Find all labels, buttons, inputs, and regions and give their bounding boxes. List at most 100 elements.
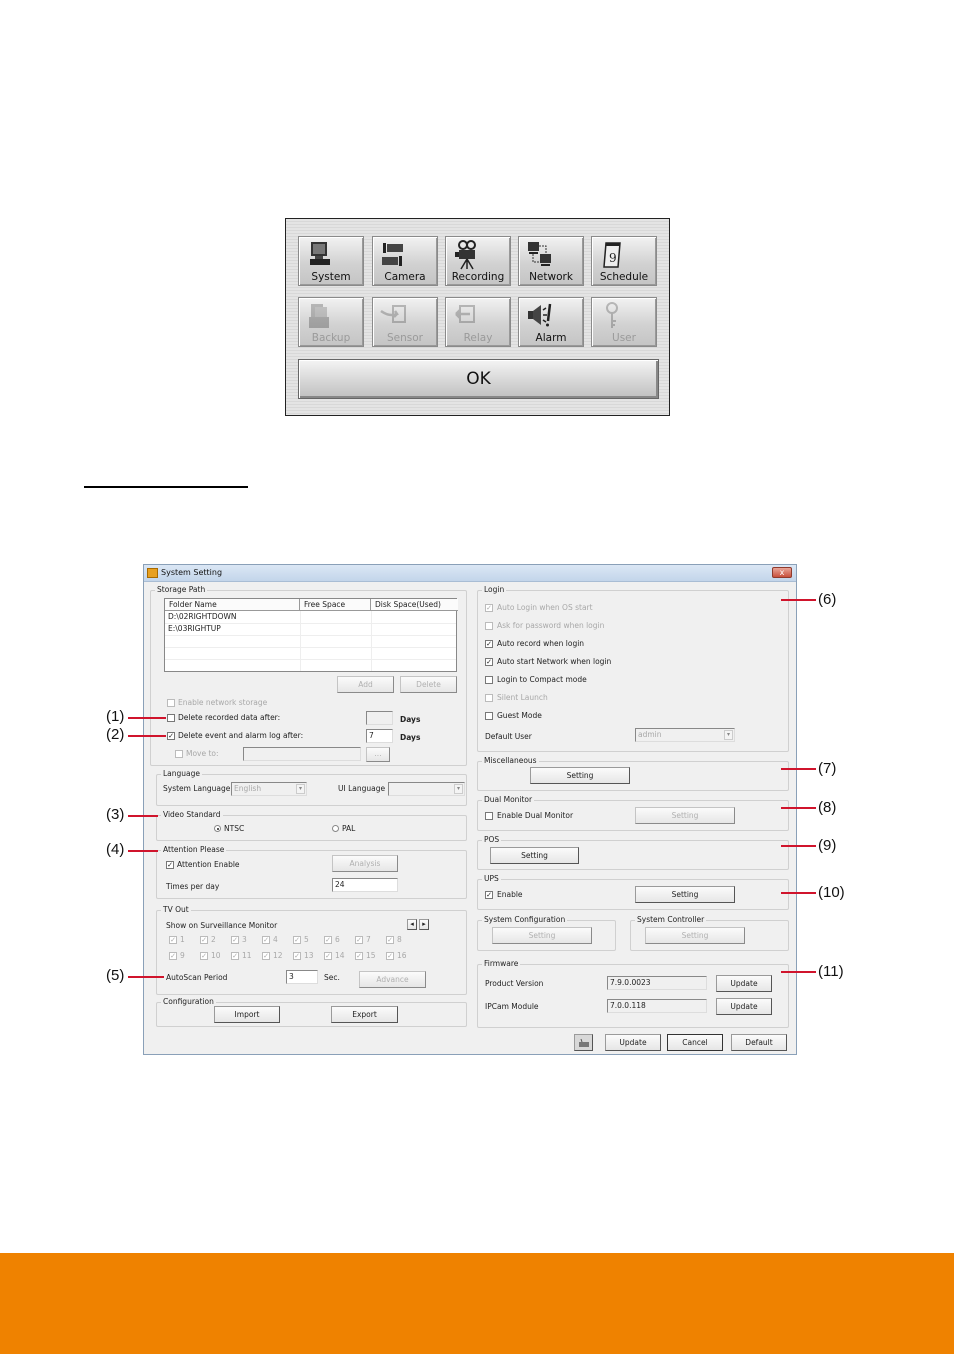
keyboard-button[interactable] xyxy=(574,1034,593,1051)
add-button[interactable]: Add xyxy=(337,676,394,693)
schedule-button[interactable]: 9 Schedule xyxy=(591,236,657,286)
table-row[interactable]: E:\03RIGHTUP xyxy=(165,623,221,635)
network-button[interactable]: Network xyxy=(518,236,584,286)
channel-checkbox[interactable]: ✓ xyxy=(231,936,239,944)
channel-label: 14 xyxy=(335,951,345,960)
enable-dual-monitor-checkbox[interactable] xyxy=(485,812,493,820)
move-to-checkbox[interactable] xyxy=(175,750,183,758)
sec-label: Sec. xyxy=(324,973,340,982)
attention-enable-checkbox[interactable]: ✓ xyxy=(166,861,174,869)
login-option-checkbox[interactable]: ✓ xyxy=(485,658,493,666)
show-on-monitor-label: Show on Surveillance Monitor xyxy=(166,921,278,930)
system-configuration-setting-button[interactable]: Setting xyxy=(492,927,592,944)
ipcam-update-button[interactable]: Update xyxy=(716,998,772,1015)
ups-setting-button[interactable]: Setting xyxy=(635,886,735,903)
channel-label: 16 xyxy=(397,951,407,960)
browse-button[interactable]: ... xyxy=(366,747,390,762)
attention-group: Attention Please xyxy=(156,845,467,899)
import-button[interactable]: Import xyxy=(214,1006,280,1023)
user-label: User xyxy=(612,332,636,344)
default-user-label: Default User xyxy=(485,732,532,741)
default-user-select[interactable]: admin ▾ xyxy=(635,728,735,742)
attention-title: Attention Please xyxy=(161,845,227,854)
channel-checkbox[interactable]: ✓ xyxy=(386,936,394,944)
miscellaneous-title: Miscellaneous xyxy=(482,756,539,765)
login-option-checkbox[interactable]: ✓ xyxy=(485,604,493,612)
login-option-checkbox[interactable] xyxy=(485,622,493,630)
delete-event-days-field[interactable]: 7 xyxy=(366,729,393,743)
delete-recorded-days-field[interactable] xyxy=(366,711,393,725)
export-button[interactable]: Export xyxy=(331,1006,398,1023)
channel-checkbox[interactable]: ✓ xyxy=(355,936,363,944)
channel-checkbox[interactable]: ✓ xyxy=(169,936,177,944)
ok-button[interactable]: OK xyxy=(298,359,659,399)
close-button[interactable]: x xyxy=(772,567,792,578)
ups-enable-checkbox[interactable]: ✓ xyxy=(485,891,493,899)
dual-monitor-setting-button[interactable]: Setting xyxy=(635,807,735,824)
next-arrow-button[interactable]: ▸ xyxy=(419,919,429,930)
channel-checkbox[interactable]: ✓ xyxy=(324,936,332,944)
channel-checkbox[interactable]: ✓ xyxy=(293,936,301,944)
pos-setting-button[interactable]: Setting xyxy=(490,847,579,864)
column-header-folder[interactable]: Folder Name xyxy=(165,599,300,611)
channel-checkbox[interactable]: ✓ xyxy=(262,952,270,960)
cancel-button[interactable]: Cancel xyxy=(667,1034,723,1051)
recording-button[interactable]: Recording xyxy=(445,236,511,286)
login-option-label: Ask for password when login xyxy=(497,621,605,630)
sensor-button[interactable]: Sensor xyxy=(372,297,438,347)
channel-checkbox[interactable]: ✓ xyxy=(200,936,208,944)
channel-checkbox[interactable]: ✓ xyxy=(200,952,208,960)
move-to-path-field[interactable] xyxy=(243,747,361,761)
login-option-checkbox[interactable] xyxy=(485,712,493,720)
channel-checkbox[interactable]: ✓ xyxy=(262,936,270,944)
heading-underline xyxy=(84,486,248,488)
login-option-checkbox[interactable] xyxy=(485,694,493,702)
alarm-button[interactable]: Alarm xyxy=(518,297,584,347)
channel-checkbox[interactable]: ✓ xyxy=(324,952,332,960)
autoscan-period-field[interactable]: 3 xyxy=(286,970,318,984)
system-language-select[interactable]: English ▾ xyxy=(231,782,307,796)
product-version-update-button[interactable]: Update xyxy=(716,975,772,992)
ups-title: UPS xyxy=(482,874,501,883)
delete-recorded-label: Delete recorded data after: xyxy=(178,713,281,722)
sensor-icon xyxy=(380,305,406,323)
table-row[interactable]: D:\02RIGHTDOWN xyxy=(165,611,237,623)
relay-button[interactable]: Relay xyxy=(445,297,511,347)
ntsc-radio[interactable] xyxy=(214,825,221,832)
system-button[interactable]: System xyxy=(298,236,364,286)
update-button[interactable]: Update xyxy=(605,1034,661,1051)
delete-recorded-checkbox[interactable] xyxy=(167,714,175,722)
delete-event-log-checkbox[interactable]: ✓ xyxy=(167,732,175,740)
login-option-checkbox[interactable] xyxy=(485,676,493,684)
column-header-free-space[interactable]: Free Space xyxy=(300,599,371,611)
miscellaneous-setting-button[interactable]: Setting xyxy=(530,767,630,784)
prev-arrow-button[interactable]: ◂ xyxy=(407,919,417,930)
ui-language-select[interactable]: ▾ xyxy=(388,782,465,796)
login-option-checkbox[interactable]: ✓ xyxy=(485,640,493,648)
times-per-day-field[interactable]: 24 xyxy=(332,878,398,892)
channel-checkbox[interactable]: ✓ xyxy=(386,952,394,960)
enable-network-storage-checkbox[interactable] xyxy=(167,699,175,707)
analysis-button[interactable]: Analysis xyxy=(332,855,398,872)
delete-button[interactable]: Delete xyxy=(400,676,457,693)
storage-table[interactable]: Folder Name Free Space Disk Space(Used) … xyxy=(164,598,458,672)
autoscan-period-label: AutoScan Period xyxy=(166,973,228,982)
camera-button[interactable]: Camera xyxy=(372,236,438,286)
system-controller-setting-button[interactable]: Setting xyxy=(645,927,745,944)
channel-checkbox[interactable]: ✓ xyxy=(293,952,301,960)
default-button[interactable]: Default xyxy=(731,1034,787,1051)
user-button[interactable]: User xyxy=(591,297,657,347)
camera-icon xyxy=(382,243,403,266)
callout-line-1 xyxy=(128,717,166,719)
channel-checkbox[interactable]: ✓ xyxy=(169,952,177,960)
advance-button[interactable]: Advance xyxy=(359,971,426,988)
channel-label: 3 xyxy=(242,935,247,944)
channel-checkbox[interactable]: ✓ xyxy=(231,952,239,960)
channel-checkbox[interactable]: ✓ xyxy=(355,952,363,960)
chevron-down-icon: ▾ xyxy=(724,730,733,740)
pal-radio[interactable] xyxy=(332,825,339,832)
backup-button[interactable]: Backup xyxy=(298,297,364,347)
column-header-disk-space[interactable]: Disk Space(Used) xyxy=(371,599,458,611)
storage-path-title: Storage Path xyxy=(155,585,208,594)
title-bar[interactable]: System Setting x xyxy=(144,565,796,582)
